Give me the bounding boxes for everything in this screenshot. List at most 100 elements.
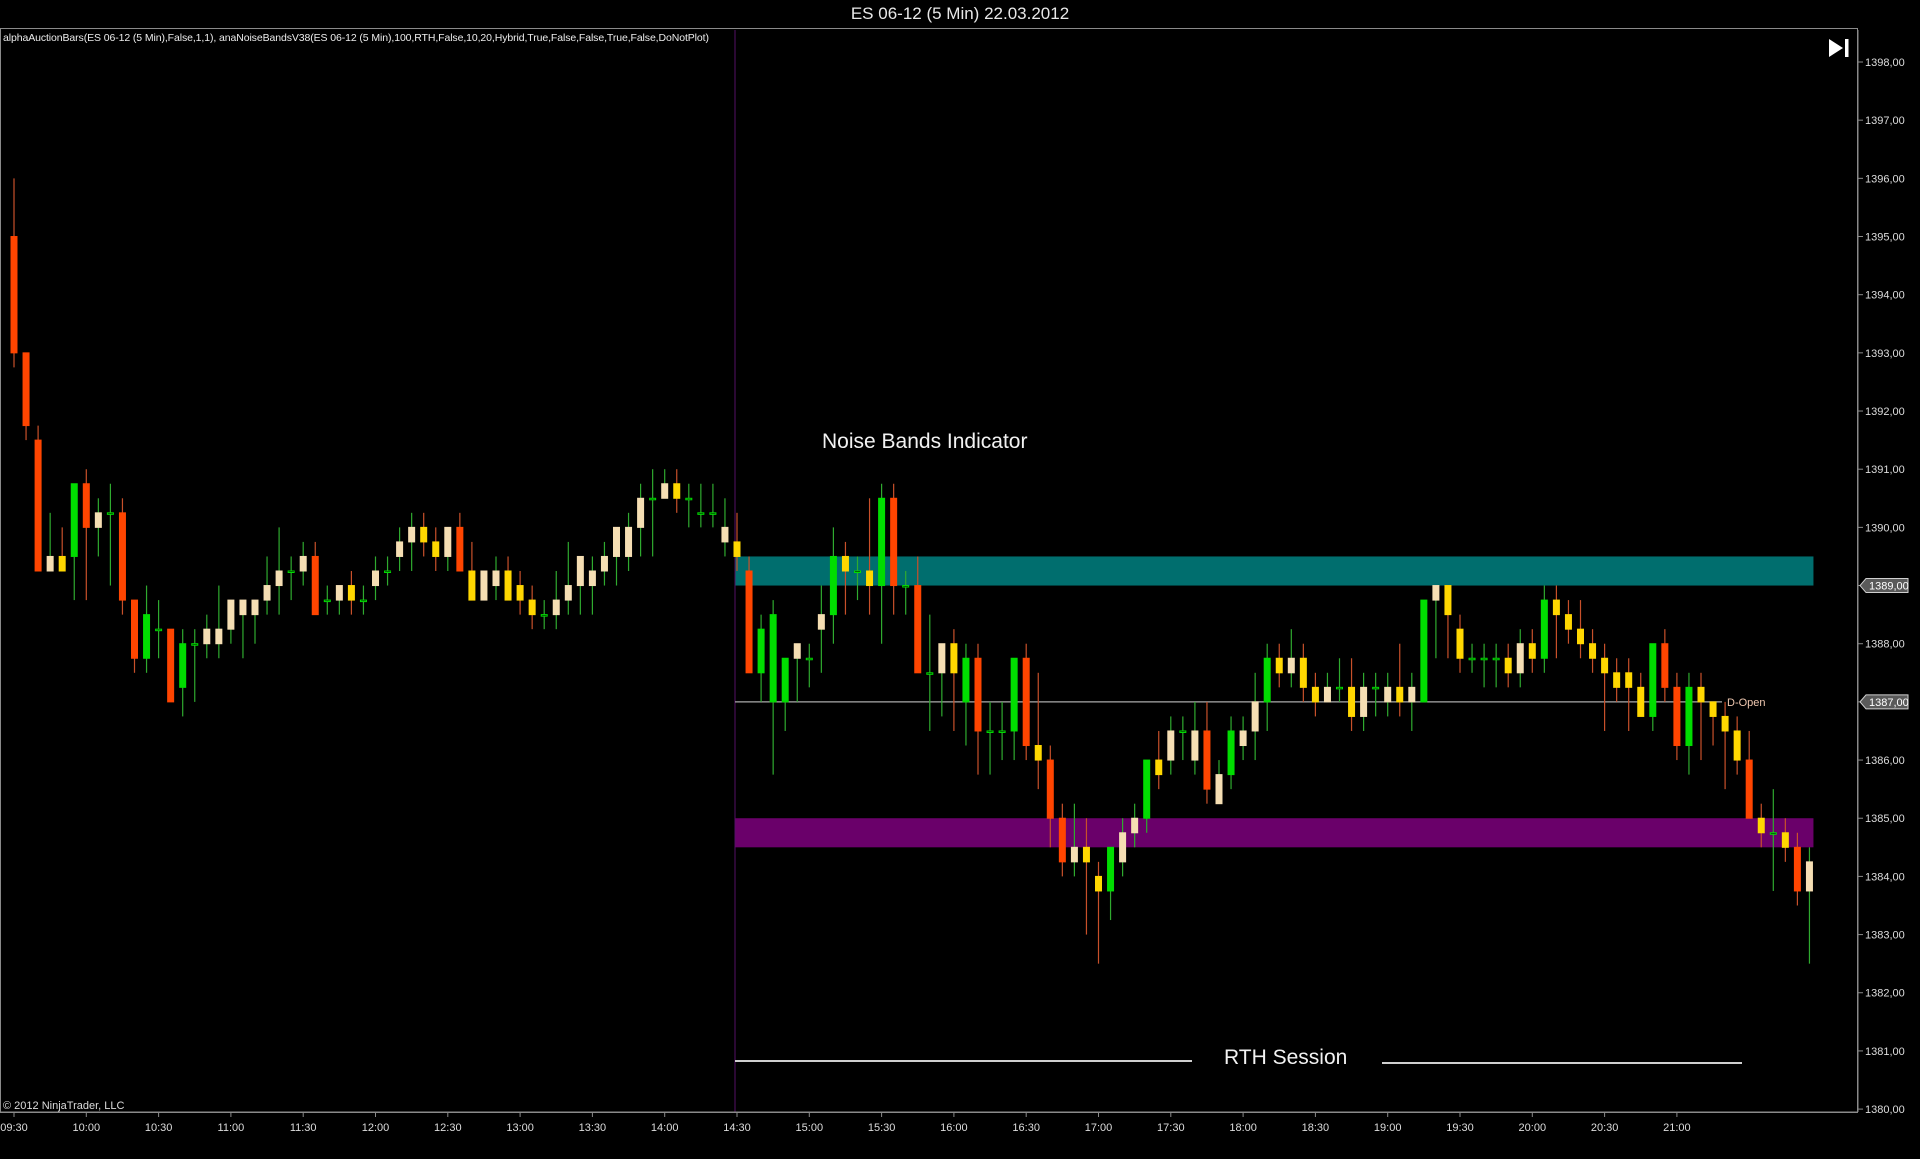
candle bbox=[576, 555, 584, 615]
candle bbox=[347, 571, 355, 615]
candle bbox=[1058, 803, 1066, 877]
candle-body bbox=[1396, 686, 1404, 703]
candle-body bbox=[1227, 730, 1235, 776]
candle-body bbox=[1721, 715, 1729, 732]
candle bbox=[986, 701, 994, 775]
candle bbox=[709, 483, 717, 528]
candle bbox=[745, 556, 753, 674]
time-tick-label: 14:30 bbox=[723, 1122, 751, 1134]
time-tick-label: 13:30 bbox=[579, 1122, 607, 1134]
time-tick-label: 20:00 bbox=[1519, 1122, 1547, 1134]
candle-body bbox=[408, 526, 416, 543]
candle bbox=[191, 629, 199, 702]
candle bbox=[275, 527, 283, 615]
price-tick-label: 1392,00 bbox=[1865, 406, 1905, 418]
candle-body bbox=[1022, 657, 1030, 747]
candle-body bbox=[118, 512, 126, 601]
candle bbox=[1528, 629, 1536, 673]
candle-body bbox=[1058, 817, 1066, 863]
candle bbox=[781, 657, 789, 731]
candle bbox=[1299, 643, 1307, 702]
candle-body bbox=[311, 555, 319, 616]
candle-body bbox=[1733, 730, 1741, 761]
candle bbox=[878, 483, 886, 644]
candle bbox=[1348, 658, 1356, 731]
time-tick-label: 11:00 bbox=[218, 1122, 245, 1134]
time-tick-label: 09:30 bbox=[0, 1122, 28, 1134]
candle-body bbox=[1384, 686, 1392, 703]
candle bbox=[420, 512, 428, 557]
candle bbox=[468, 541, 476, 601]
candle bbox=[1805, 847, 1813, 964]
candle-body bbox=[950, 643, 958, 674]
time-tick-label: 12:00 bbox=[362, 1122, 390, 1134]
time-tick-label: 10:00 bbox=[73, 1122, 101, 1134]
candle bbox=[384, 556, 392, 586]
candle bbox=[1323, 672, 1331, 703]
time-tick-label: 16:00 bbox=[940, 1122, 968, 1134]
candle bbox=[1492, 643, 1500, 688]
candle bbox=[1673, 672, 1681, 761]
candle bbox=[1709, 701, 1717, 746]
candle bbox=[1613, 658, 1621, 702]
price-chart[interactable]: 1380,00 1381,00 1382,00 1383,00 1384,00 1385,… bbox=[0, 0, 1920, 1159]
candle bbox=[432, 527, 440, 571]
candle bbox=[1504, 643, 1512, 688]
candle-body bbox=[94, 512, 102, 528]
candle bbox=[1408, 672, 1416, 731]
candle bbox=[1263, 643, 1271, 731]
candle-body bbox=[1420, 599, 1428, 703]
candle-body bbox=[1131, 817, 1139, 834]
price-tick-label: 1384,00 bbox=[1865, 871, 1905, 883]
candle bbox=[22, 352, 30, 441]
candle-body bbox=[781, 657, 789, 703]
candle-body bbox=[709, 512, 717, 515]
candle-body bbox=[1215, 774, 1223, 805]
candle bbox=[1360, 672, 1368, 731]
candle bbox=[215, 585, 223, 659]
candle-body bbox=[468, 570, 476, 601]
candle bbox=[998, 701, 1006, 761]
candle-body bbox=[1263, 657, 1271, 703]
price-tick-label: 1393,00 bbox=[1865, 348, 1905, 360]
candle-body bbox=[625, 526, 633, 557]
candle-body bbox=[1372, 686, 1380, 690]
candle-body bbox=[938, 643, 946, 674]
candle-body bbox=[673, 483, 681, 499]
price-tick-label: 1397,00 bbox=[1865, 115, 1905, 127]
candle-body bbox=[456, 526, 464, 572]
candle-body bbox=[359, 599, 367, 603]
candle-body bbox=[1697, 686, 1705, 703]
candle bbox=[974, 643, 982, 775]
candle-body bbox=[1769, 832, 1777, 835]
candle bbox=[504, 556, 512, 601]
candle bbox=[1432, 585, 1440, 659]
candle bbox=[769, 600, 777, 775]
candle bbox=[1697, 672, 1705, 761]
time-tick-label: 17:00 bbox=[1085, 1122, 1113, 1134]
candle-body bbox=[1480, 657, 1488, 661]
candle-body bbox=[1082, 846, 1090, 863]
candle-body bbox=[890, 497, 898, 587]
candle bbox=[613, 526, 620, 586]
candle-body bbox=[106, 512, 114, 515]
candle-body bbox=[1793, 846, 1801, 892]
daily-open-label: D-Open bbox=[1727, 697, 1766, 709]
candle-body bbox=[757, 628, 765, 674]
candle-body bbox=[1468, 657, 1476, 661]
candle bbox=[179, 629, 187, 717]
candle bbox=[697, 483, 705, 528]
candle bbox=[480, 570, 488, 601]
time-tick-label: 15:00 bbox=[796, 1122, 824, 1134]
candle bbox=[359, 585, 367, 615]
skip-to-end-icon[interactable] bbox=[1826, 36, 1852, 60]
candle-body bbox=[46, 555, 54, 572]
price-tick-label: 1386,00 bbox=[1865, 755, 1905, 767]
candle bbox=[1167, 716, 1175, 775]
candle bbox=[1384, 672, 1392, 717]
candle-body bbox=[1625, 672, 1633, 688]
candle-body bbox=[1492, 657, 1500, 661]
candle-body bbox=[769, 614, 777, 703]
candle bbox=[251, 599, 259, 644]
price-tick-label: 1394,00 bbox=[1865, 290, 1905, 302]
